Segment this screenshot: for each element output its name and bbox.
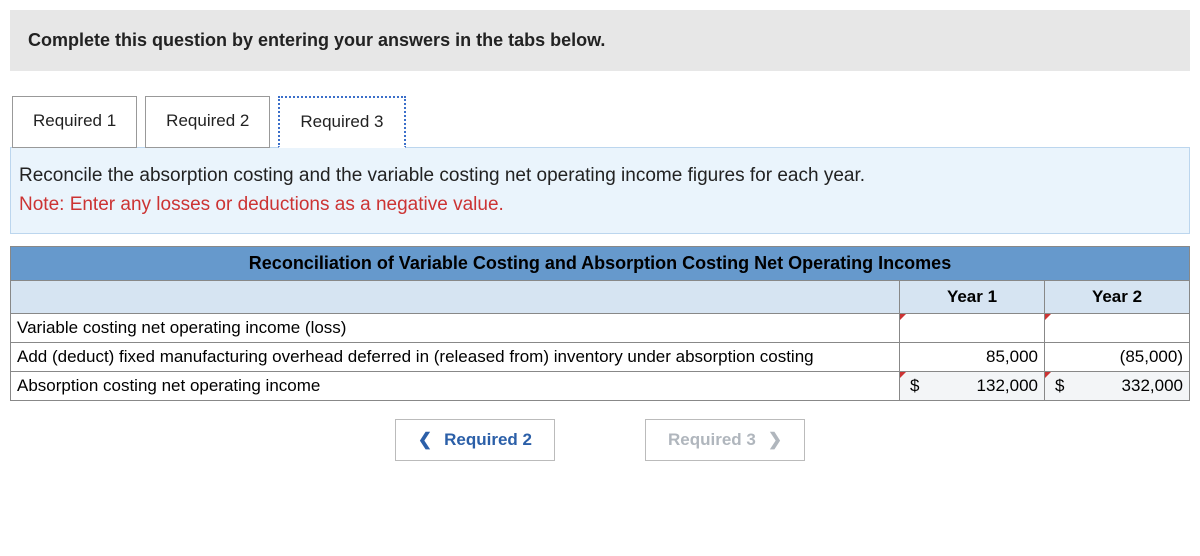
table-header-year2: Year 2 — [1045, 281, 1190, 314]
table-title: Reconciliation of Variable Costing and A… — [11, 247, 1190, 281]
reconciliation-table: Reconciliation of Variable Costing and A… — [10, 246, 1190, 401]
table-header-year1: Year 1 — [900, 281, 1045, 314]
tabs-row: Required 1 Required 2 Required 3 — [10, 96, 1190, 148]
currency-symbol: $ — [906, 376, 919, 396]
instruction-bar: Complete this question by entering your … — [10, 10, 1190, 71]
next-button[interactable]: Required 3 ❯ — [645, 419, 805, 461]
tab-label: Required 1 — [33, 111, 116, 130]
row-label: Absorption costing net operating income — [11, 372, 900, 401]
chevron-right-icon: ❯ — [768, 430, 782, 450]
cell-y2-r1[interactable] — [1045, 314, 1190, 343]
tab-required-1[interactable]: Required 1 — [12, 96, 137, 148]
tab-required-2[interactable]: Required 2 — [145, 96, 270, 148]
input-marker-icon — [1045, 372, 1051, 378]
row-label: Add (deduct) fixed manufacturing overhea… — [11, 343, 900, 372]
cell-y2-r3: $ 332,000 — [1045, 372, 1190, 401]
instruction-line-1: Reconcile the absorption costing and the… — [19, 162, 1181, 191]
table-row: Variable costing net operating income (l… — [11, 314, 1190, 343]
chevron-left-icon: ❮ — [418, 430, 432, 450]
cell-value: 132,000 — [977, 376, 1038, 395]
instruction-panel: Reconcile the absorption costing and the… — [10, 147, 1190, 234]
instruction-note: Note: Enter any losses or deductions as … — [19, 191, 1181, 220]
cell-value: (85,000) — [1120, 347, 1183, 366]
tab-required-3[interactable]: Required 3 — [278, 96, 405, 148]
prev-button-label: Required 2 — [444, 430, 532, 450]
prev-button[interactable]: ❮ Required 2 — [395, 419, 555, 461]
cell-y1-r3: $ 132,000 — [900, 372, 1045, 401]
row-label: Variable costing net operating income (l… — [11, 314, 900, 343]
cell-y2-r2[interactable]: (85,000) — [1045, 343, 1190, 372]
table-row: Absorption costing net operating income … — [11, 372, 1190, 401]
cell-value: 85,000 — [986, 347, 1038, 366]
cell-value: 332,000 — [1122, 376, 1183, 395]
cell-y1-r1[interactable] — [900, 314, 1045, 343]
currency-symbol: $ — [1051, 376, 1064, 396]
table-row: Add (deduct) fixed manufacturing overhea… — [11, 343, 1190, 372]
tab-label: Required 3 — [300, 112, 383, 131]
nav-row: ❮ Required 2 Required 3 ❯ — [10, 419, 1190, 461]
input-marker-icon — [900, 372, 906, 378]
instruction-text: Complete this question by entering your … — [28, 30, 605, 50]
table-header-blank — [11, 281, 900, 314]
input-marker-icon — [900, 314, 906, 320]
input-marker-icon — [1045, 314, 1051, 320]
next-button-label: Required 3 — [668, 430, 756, 450]
cell-y1-r2[interactable]: 85,000 — [900, 343, 1045, 372]
tab-label: Required 2 — [166, 111, 249, 130]
